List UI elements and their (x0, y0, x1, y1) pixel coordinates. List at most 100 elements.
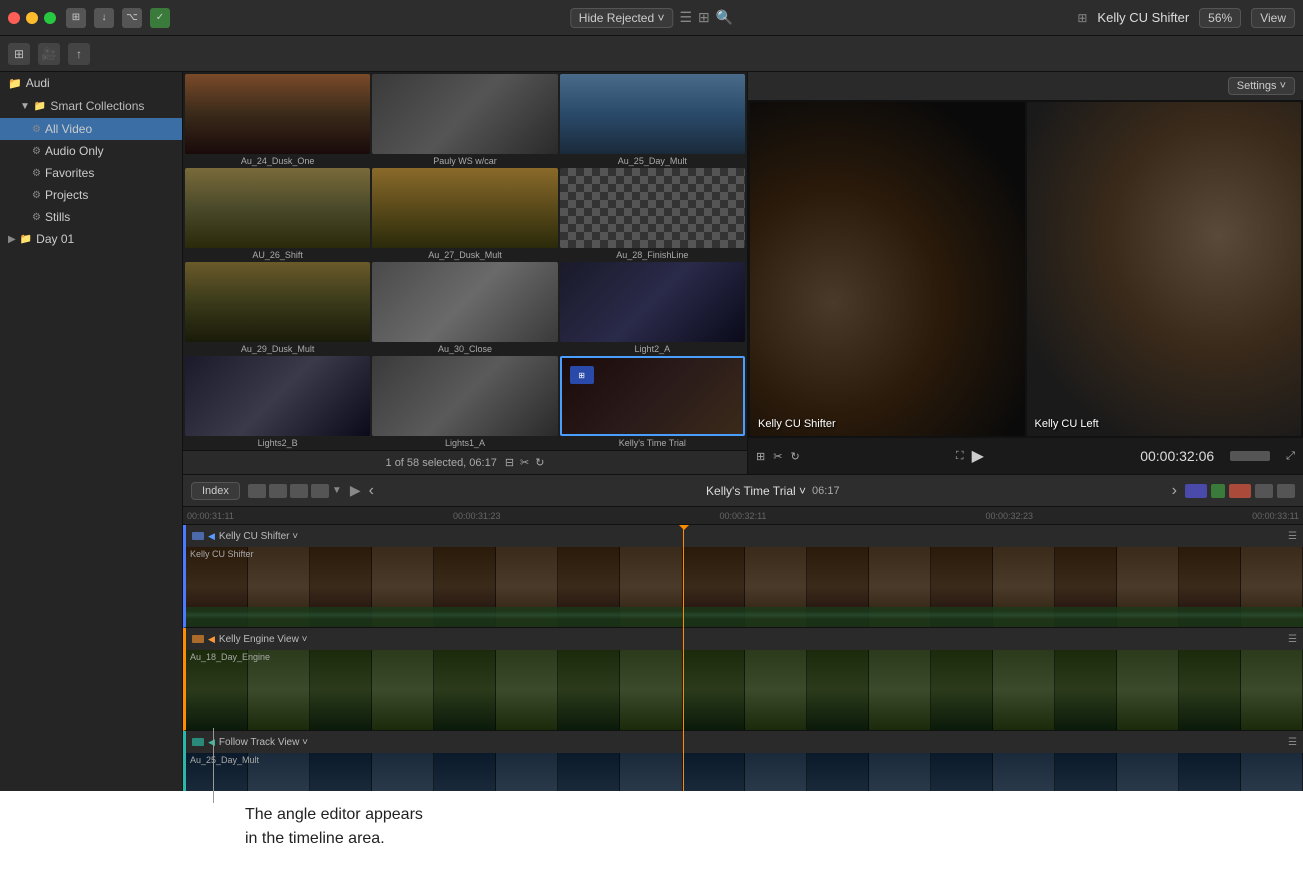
film-frame (1241, 650, 1303, 730)
list-view-icon[interactable] (290, 484, 308, 498)
list-item[interactable]: Au_29_Dusk_Mult (185, 262, 370, 354)
layout-icon[interactable]: ⊟ (505, 456, 514, 469)
loop-icon[interactable]: ↻ (535, 456, 544, 469)
monitor-icon[interactable] (1255, 484, 1273, 498)
track-header-3: ◀ Follow Track View ˅ ☰ (186, 731, 1303, 753)
clip-view-icon[interactable] (248, 484, 266, 498)
thumbnail (372, 168, 557, 248)
hide-rejected-button[interactable]: Hide Rejected ˅ (570, 8, 674, 28)
film-frame (496, 650, 558, 730)
trim-view-icon[interactable]: ✂ (773, 450, 782, 463)
list-item[interactable]: AU_26_Shift (185, 168, 370, 260)
loop-view-icon[interactable]: ↻ (790, 450, 799, 463)
audio-icon[interactable] (1211, 484, 1225, 498)
track-name-3[interactable]: Follow Track View ˅ (219, 737, 308, 748)
thumb-content (372, 262, 557, 342)
option-view-icon[interactable] (311, 484, 329, 498)
list-item[interactable]: Au_25_Day_Mult (560, 74, 745, 166)
list-item[interactable]: Pauly WS w/car (372, 74, 557, 166)
chevron-down-icon: ▼ (20, 101, 30, 112)
film-frame (558, 650, 620, 730)
smart-collections-header[interactable]: ▼ 📁 Smart Collections (0, 94, 182, 118)
track-menu-2[interactable]: ☰ (1288, 634, 1297, 645)
sidebar-item-audio-only[interactable]: ⚙ Audio Only (0, 140, 182, 162)
list-item[interactable]: Lights2_B (185, 356, 370, 448)
expand-icon-2[interactable] (1277, 484, 1295, 498)
timeline-duration: 06:17 (812, 485, 840, 497)
view-chevron-icon[interactable]: ▼ (332, 485, 342, 496)
list-item[interactable]: Light2_A (560, 262, 745, 354)
film-frame (248, 650, 310, 730)
track-label-1: Kelly CU Shifter (190, 549, 254, 559)
list-item[interactable]: Au_24_Dusk_One (185, 74, 370, 166)
gear-icon: ⚙ (32, 146, 41, 157)
ruler-time-2: 00:00:31:23 (453, 511, 501, 521)
track-menu-3[interactable]: ☰ (1288, 737, 1297, 748)
thumbnail (185, 356, 370, 436)
clip-label: Au_25_Day_Mult (618, 156, 687, 166)
expand-icon[interactable]: ⤢ (1286, 450, 1295, 463)
settings-button[interactable]: Settings ˅ (1228, 77, 1295, 95)
ruler-time-1: 00:00:31:11 (187, 511, 234, 521)
clip-icon[interactable]: 🎥 (38, 43, 60, 65)
ruler-time-3: 00:00:32:11 (720, 511, 767, 521)
sidebar-item-all-video[interactable]: ⚙ All Video (0, 118, 182, 140)
library-icon[interactable]: ⊞ (8, 43, 30, 65)
grid-view-icon[interactable]: ⊞ (698, 9, 710, 26)
film-frame (372, 650, 434, 730)
browser-grid: Au_24_Dusk_One Pauly WS w/car Au_25_Day_… (183, 72, 747, 450)
thumb-content (560, 262, 745, 342)
list-item[interactable]: Au_27_Dusk_Mult (372, 168, 557, 260)
list-item[interactable]: Au_30_Close (372, 262, 557, 354)
lane-view-icon[interactable] (269, 484, 287, 498)
angle-icon-1[interactable] (1185, 484, 1207, 498)
angle-icon-2[interactable] (1229, 484, 1251, 498)
layout-view-icon[interactable]: ⊞ (756, 450, 765, 463)
share-icon[interactable]: ↑ (68, 43, 90, 65)
list-item[interactable]: ⊞ Kelly's Time Trial (560, 356, 745, 448)
arrow-right-icon[interactable]: › (1172, 482, 1177, 500)
close-button[interactable] (8, 12, 20, 24)
titlebar: ⊞ ↓ ⌥ ✓ Hide Rejected ˅ ☰ ⊞ 🔍 ⊞ Kelly CU… (0, 0, 1303, 36)
clip-label: Lights2_B (258, 438, 298, 448)
arrow-left-icon[interactable]: ‹ (369, 482, 374, 500)
sidebar-item-projects[interactable]: ⚙ Projects (0, 184, 182, 206)
track-kelly-cu-shifter: ◀ Kelly CU Shifter ˅ ☰ Kelly CU Shifter (183, 525, 1303, 628)
list-view-icon[interactable]: ☰ (679, 9, 692, 26)
viewer-content: Kelly CU Shifter Kelly CU Left (748, 100, 1303, 438)
track-name-2[interactable]: Kelly Engine View ˅ (219, 634, 307, 645)
track-filmstrip-2 (186, 650, 1303, 730)
zoom-button[interactable]: 56% (1199, 8, 1241, 28)
sidebar-item-favorites[interactable]: ⚙ Favorites (0, 162, 182, 184)
sidebar-item-day01[interactable]: ▶ 📁 Day 01 (0, 228, 182, 250)
play-timeline-icon[interactable]: ▶ (350, 482, 361, 499)
thumb-content (372, 74, 557, 154)
helmet-image (1027, 102, 1302, 436)
sidebar-audi-label: Audi (26, 76, 50, 90)
fullscreen-button[interactable] (44, 12, 56, 24)
trim-icon[interactable]: ✂ (520, 456, 529, 469)
fullscreen-icon[interactable]: ⛶ (956, 450, 964, 463)
play-button[interactable]: ▶ (972, 446, 984, 466)
timeline-title[interactable]: Kelly's Time Trial ˅ (706, 484, 806, 498)
viewer-right-pane: Kelly CU Left (1027, 102, 1302, 436)
sidebar-item-audi[interactable]: 📁 Audi (0, 72, 182, 94)
minimize-button[interactable] (26, 12, 38, 24)
thumbnail (372, 262, 557, 342)
clip-label: Au_27_Dusk_Mult (428, 250, 502, 260)
traffic-lights (8, 12, 56, 24)
browser-search-icon[interactable]: 🔍 (716, 9, 733, 26)
audio-wave-1 (186, 607, 1303, 627)
film-frame (745, 650, 807, 730)
sidebar-item-stills[interactable]: ⚙ Stills (0, 206, 182, 228)
timecode-slider[interactable] (1230, 451, 1270, 461)
audio-indicator-1: ◀ (208, 531, 215, 542)
list-item[interactable]: Au_28_FinishLine (560, 168, 745, 260)
view-button[interactable]: View (1251, 8, 1295, 28)
index-button[interactable]: Index (191, 482, 240, 500)
track-name-1[interactable]: Kelly CU Shifter ˅ (219, 531, 298, 542)
ruler-time-5: 00:00:33:11 (1252, 511, 1299, 521)
track-menu-1[interactable]: ☰ (1288, 531, 1297, 542)
list-item[interactable]: Lights1_A (372, 356, 557, 448)
viewer-settings: Settings ˅ (748, 72, 1303, 100)
